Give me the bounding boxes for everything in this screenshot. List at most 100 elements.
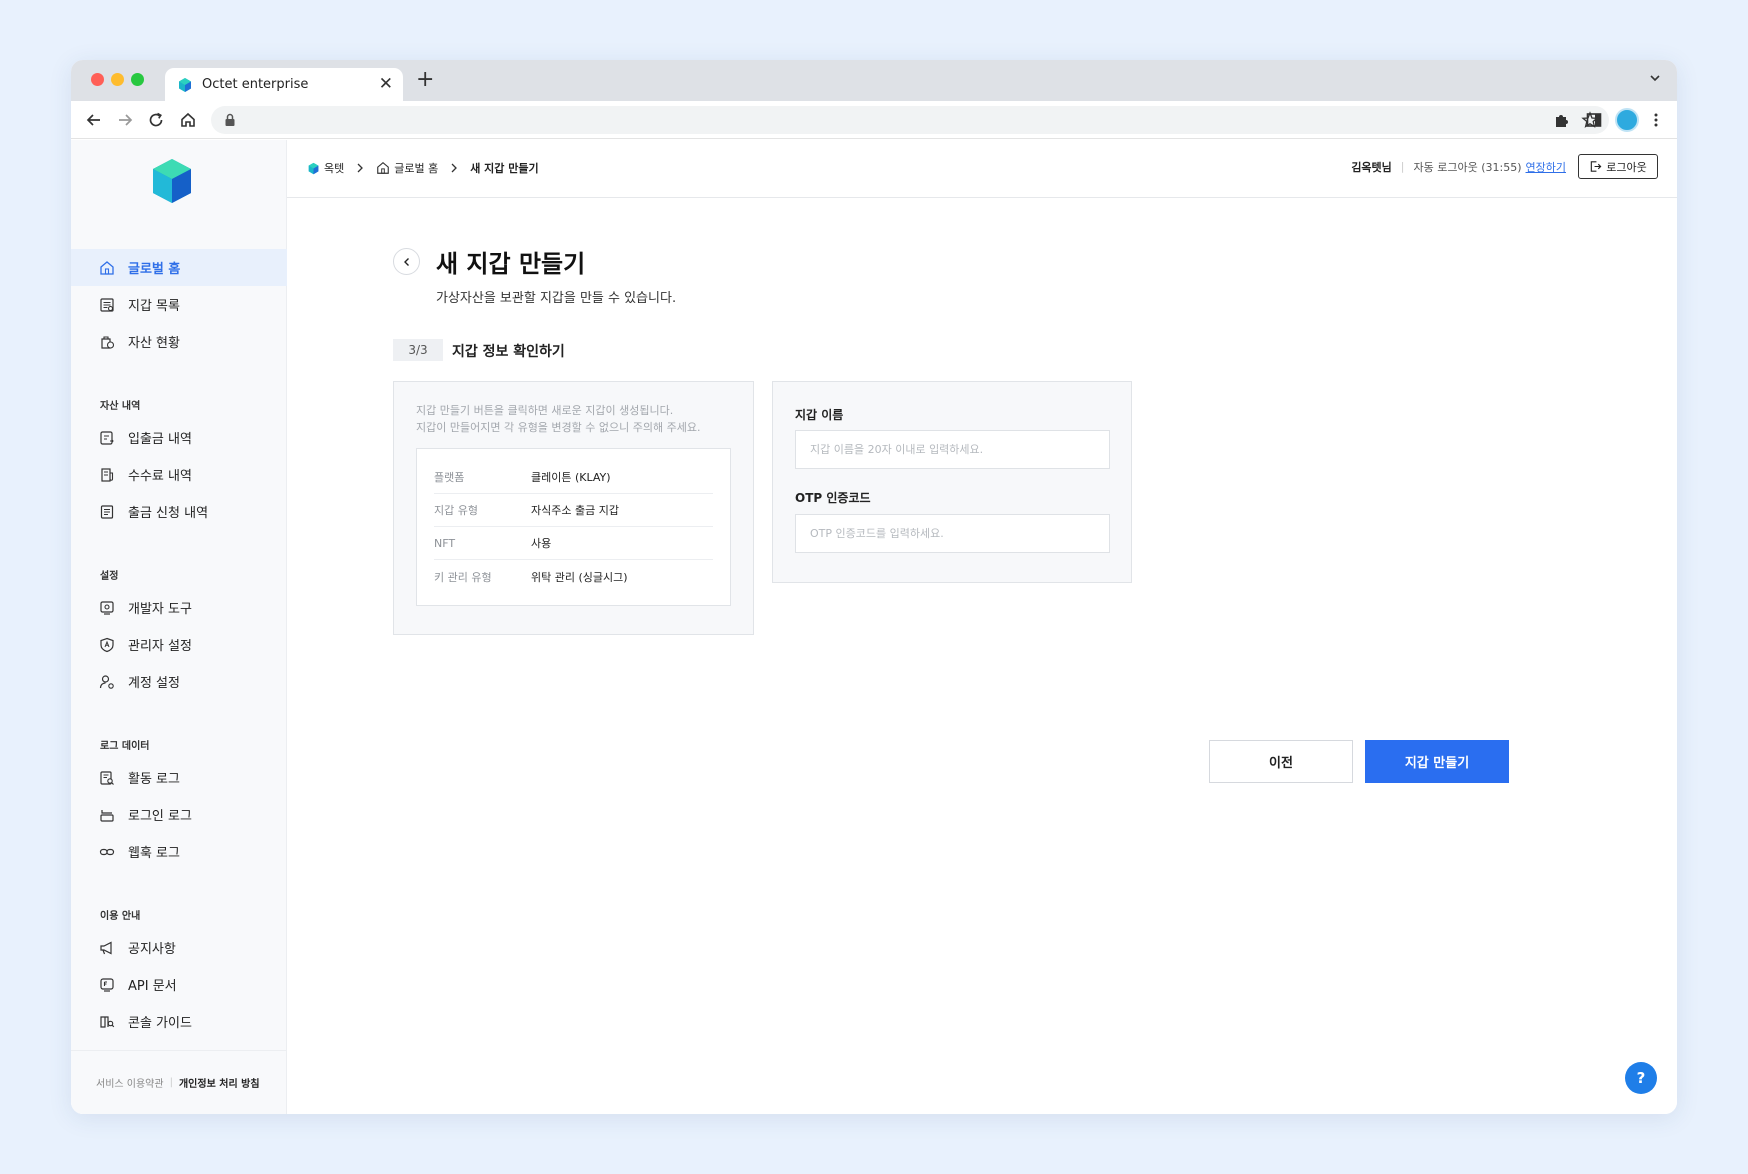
info-row-platform: 플랫폼 클레이튼 (KLAY)	[434, 461, 713, 494]
back-button[interactable]	[393, 248, 420, 275]
wallet-name-input[interactable]	[795, 430, 1110, 469]
page-subtitle: 가상자산을 보관할 지갑을 만들 수 있습니다.	[436, 291, 677, 306]
sidebar-item-activity-log[interactable]: 활동 로그	[71, 759, 287, 796]
wallet-form-panel: 지갑 이름 OTP 인증코드	[772, 381, 1132, 583]
sidebar: 글로벌 홈 지갑 목록 자산 현황 자산 내역 입출금 내역 수수료 내역 출금…	[71, 140, 287, 1114]
asset-status-icon	[101, 335, 115, 349]
sidebar-item-webhook-log[interactable]: 웹훅 로그	[71, 833, 287, 870]
otp-label: OTP 인증코드	[795, 491, 871, 505]
main-content: 옥텟 글로벌 홈 새 지갑 만들기 김옥텟님 | 자동 로그아웃 (31:55)…	[287, 140, 1677, 1114]
sidebar-footer: 서비스 이용약관 | 개인정보 처리 방침	[71, 1050, 287, 1114]
sidebar-item-label: 출금 신청 내역	[128, 506, 209, 521]
otp-code-input[interactable]	[795, 514, 1110, 553]
close-window-button[interactable]	[91, 73, 104, 86]
megaphone-icon	[100, 941, 112, 954]
address-bar[interactable]	[211, 106, 1609, 134]
info-value: 위탁 관리 (싱글시그)	[531, 570, 628, 584]
breadcrumb-label: 옥텟	[324, 162, 345, 175]
info-value: 자식주소 출금 지갑	[531, 504, 619, 517]
extend-session-link[interactable]: 연장하기	[1526, 159, 1566, 175]
page-title: 새 지갑 만들기	[436, 250, 586, 278]
wallet-info-table: 플랫폼 클레이튼 (KLAY) 지갑 유형 자식주소 출금 지갑 NFT 사용 …	[416, 448, 731, 606]
sidebar-item-developer-tools[interactable]: 개발자 도구	[71, 589, 287, 626]
app-content: 글로벌 홈 지갑 목록 자산 현황 자산 내역 입출금 내역 수수료 내역 출금…	[71, 140, 1677, 1114]
maximize-window-button[interactable]	[131, 73, 144, 86]
sidebar-item-label: 로그인 로그	[128, 809, 192, 824]
privacy-policy-link[interactable]: 개인정보 처리 방침	[179, 1075, 260, 1090]
notice-line: 지갑이 만들어지면 각 유형을 변경할 수 없으니 주의해 주세요.	[416, 421, 701, 434]
webhook-link-icon	[99, 848, 115, 855]
sidebar-item-api-docs[interactable]: API 문서	[71, 966, 287, 1003]
sidebar-item-console-guide[interactable]: 콘솔 가이드	[71, 1003, 287, 1040]
section-title-asset-history: 자산 내역	[100, 401, 141, 412]
sidebar-item-notices[interactable]: 공지사항	[71, 929, 287, 966]
footer-separator: |	[169, 1077, 173, 1088]
section-title-log-data: 로그 데이터	[100, 741, 150, 752]
info-key: 키 관리 유형	[434, 570, 492, 584]
side-panel-icon[interactable]	[1585, 111, 1603, 129]
browser-tab[interactable]: Octet enterprise ✕	[165, 68, 403, 101]
step-badge: 3/3	[393, 339, 443, 361]
more-vertical-icon[interactable]	[1647, 111, 1665, 129]
transaction-icon	[100, 430, 114, 445]
minimize-window-button[interactable]	[111, 73, 124, 86]
wallet-name-label: 지갑 이름	[795, 408, 844, 422]
extensions-puzzle-icon[interactable]	[1553, 111, 1571, 129]
sidebar-item-withdraw-requests[interactable]: 출금 신청 내역	[71, 493, 287, 530]
info-key: NFT	[434, 536, 456, 550]
info-key: 지갑 유형	[434, 504, 478, 517]
tab-close-icon[interactable]: ✕	[379, 76, 393, 93]
header-separator: |	[1400, 160, 1405, 173]
chevron-down-icon[interactable]	[1649, 72, 1661, 84]
sidebar-item-asset-status[interactable]: 자산 현황	[71, 323, 287, 360]
help-button[interactable]: ?	[1625, 1062, 1657, 1094]
info-row-key-management: 키 관리 유형 위탁 관리 (싱글시그)	[434, 560, 713, 593]
sidebar-item-label: API 문서	[128, 979, 177, 994]
chevron-right-icon	[357, 163, 364, 173]
info-row-wallet-type: 지갑 유형 자식주소 출금 지갑	[434, 494, 713, 527]
logout-button[interactable]: 로그아웃	[1578, 154, 1658, 179]
octet-logo-icon[interactable]	[150, 157, 194, 205]
browser-window: Octet enterprise ✕ + 글로벌 홈 지갑 목록 자산 현황 자…	[71, 60, 1677, 1114]
activity-log-icon	[100, 770, 114, 785]
sidebar-item-global-home[interactable]: 글로벌 홈	[71, 249, 287, 286]
section-title-guide: 이용 안내	[100, 911, 141, 922]
sidebar-item-fees[interactable]: 수수료 내역	[71, 456, 287, 493]
sidebar-item-login-log[interactable]: 로그인 로그	[71, 796, 287, 833]
sidebar-item-account-settings[interactable]: 계정 설정	[71, 663, 287, 700]
back-arrow-icon[interactable]	[85, 111, 103, 129]
breadcrumb-item-global-home[interactable]: 글로벌 홈	[376, 160, 438, 176]
logout-label: 로그아웃	[1606, 160, 1647, 174]
section-title-settings: 설정	[100, 571, 119, 582]
sidebar-item-label: 웹훅 로그	[128, 846, 180, 861]
info-row-nft: NFT 사용	[434, 527, 713, 560]
profile-avatar[interactable]	[1615, 108, 1639, 132]
breadcrumb-item-octet[interactable]: 옥텟	[307, 160, 344, 176]
account-settings-icon	[99, 674, 114, 689]
fee-icon	[101, 467, 114, 482]
sidebar-item-label: 입출금 내역	[128, 432, 192, 447]
new-tab-button[interactable]: +	[416, 69, 434, 91]
reload-icon[interactable]	[147, 111, 165, 129]
login-log-icon	[100, 809, 114, 822]
previous-button[interactable]: 이전	[1209, 740, 1353, 783]
developer-tools-icon	[100, 600, 114, 615]
sidebar-item-admin-settings[interactable]: 관리자 설정	[71, 626, 287, 663]
create-wallet-button[interactable]: 지갑 만들기	[1365, 740, 1509, 783]
sidebar-item-label: 개발자 도구	[128, 602, 192, 617]
sidebar-item-transactions[interactable]: 입출금 내역	[71, 419, 287, 456]
breadcrumb: 옥텟 글로벌 홈 새 지갑 만들기	[307, 160, 539, 176]
terms-link[interactable]: 서비스 이용약관	[96, 1075, 164, 1090]
forward-arrow-icon[interactable]	[116, 111, 134, 129]
sidebar-item-wallet-list[interactable]: 지갑 목록	[71, 286, 287, 323]
breadcrumb-current: 새 지갑 만들기	[470, 162, 539, 175]
home-browser-icon[interactable]	[179, 111, 197, 129]
sidebar-item-label: 자산 현황	[128, 336, 180, 351]
notice-line: 지갑 만들기 버튼을 클릭하면 새로운 지갑이 생성됩니다.	[416, 404, 674, 417]
api-doc-icon	[100, 977, 114, 992]
sidebar-item-label: 콘솔 가이드	[128, 1016, 192, 1031]
auto-logout-timer: 자동 로그아웃 (31:55)	[1413, 160, 1522, 174]
sidebar-item-label: 활동 로그	[128, 772, 180, 787]
wallet-info-panel: 지갑 만들기 버튼을 클릭하면 새로운 지갑이 생성됩니다. 지갑이 만들어지면…	[393, 381, 754, 635]
tab-title: Octet enterprise	[202, 77, 309, 92]
